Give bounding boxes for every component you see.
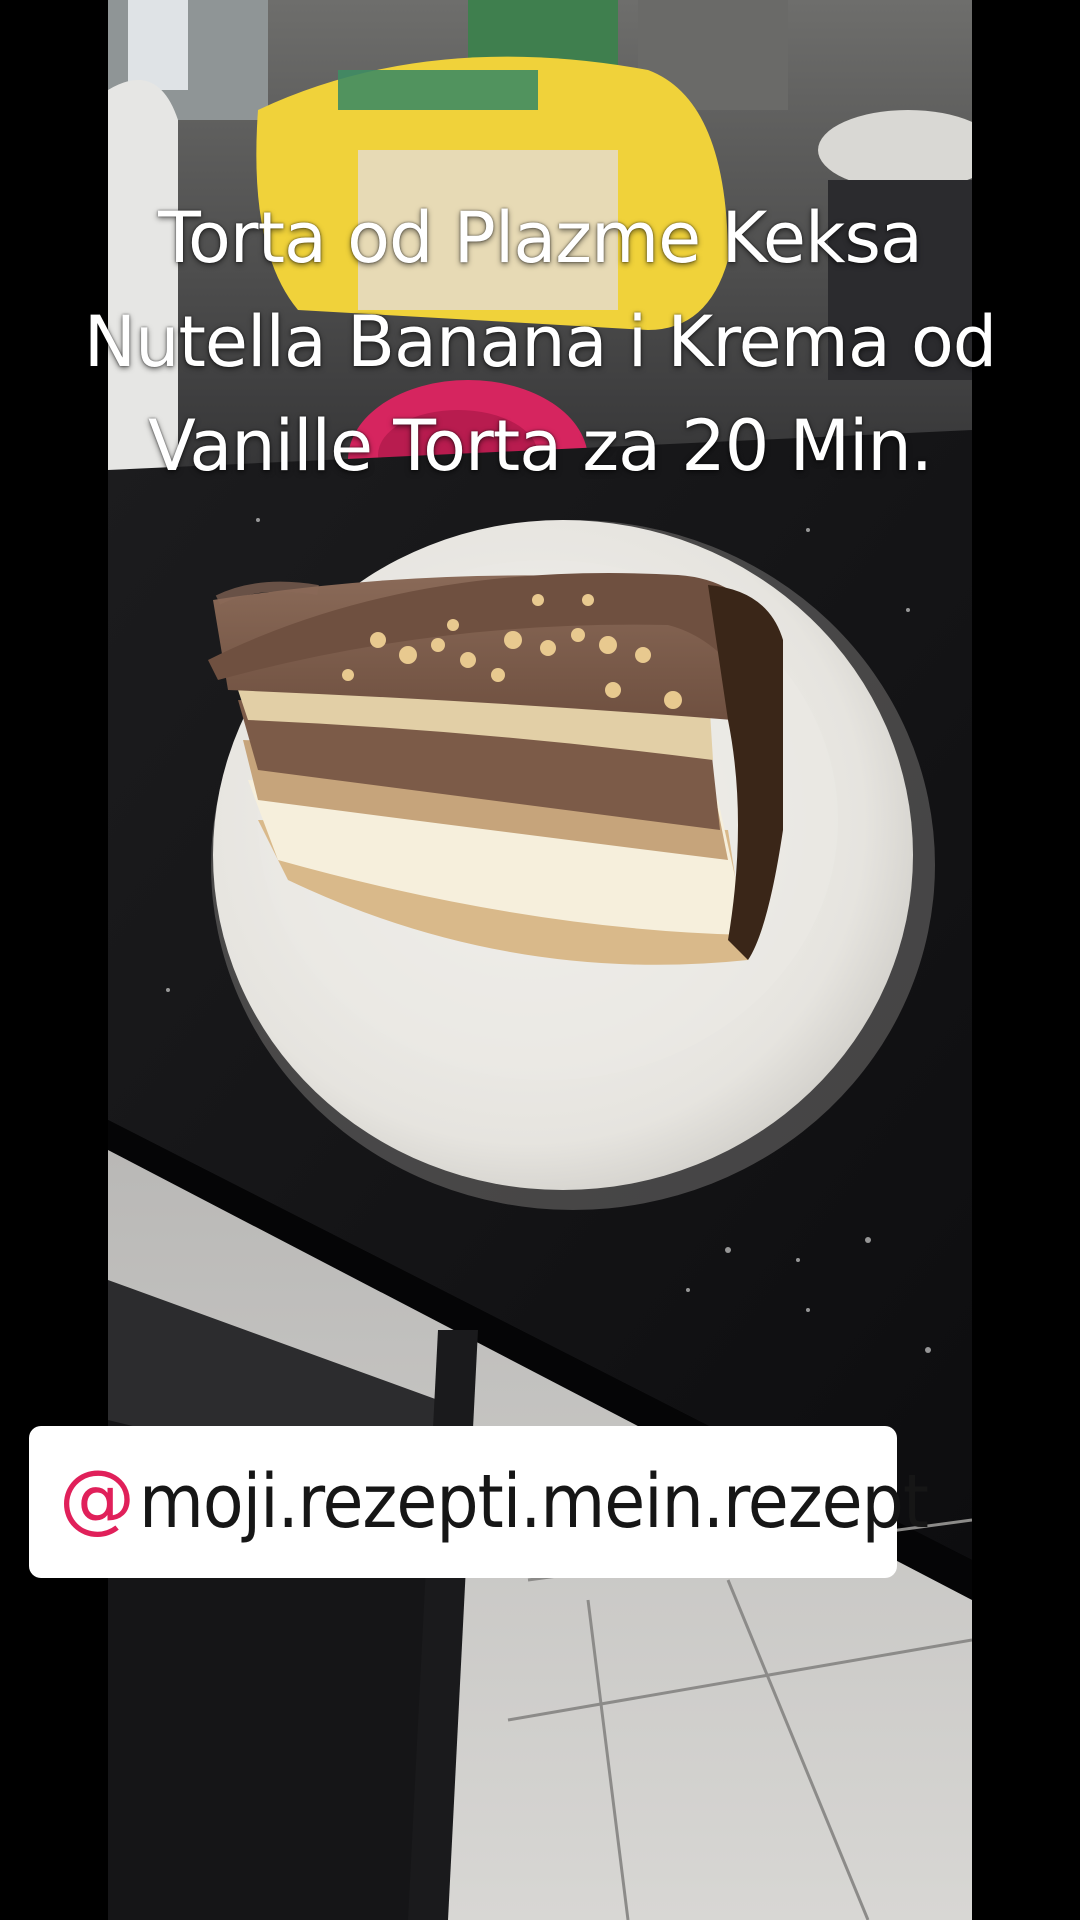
creator-handle: moji.rezepti.mein.rezept bbox=[139, 1459, 929, 1545]
video-frame: Torta od Plazme Keksa Nutella Banana i K… bbox=[0, 0, 1080, 1920]
video-title-overlay: Torta od Plazme Keksa Nutella Banana i K… bbox=[83, 197, 997, 487]
at-sign-icon: @ bbox=[59, 1453, 135, 1542]
creator-handle-badge[interactable]: @ moji.rezepti.mein.rezept bbox=[29, 1426, 929, 1578]
